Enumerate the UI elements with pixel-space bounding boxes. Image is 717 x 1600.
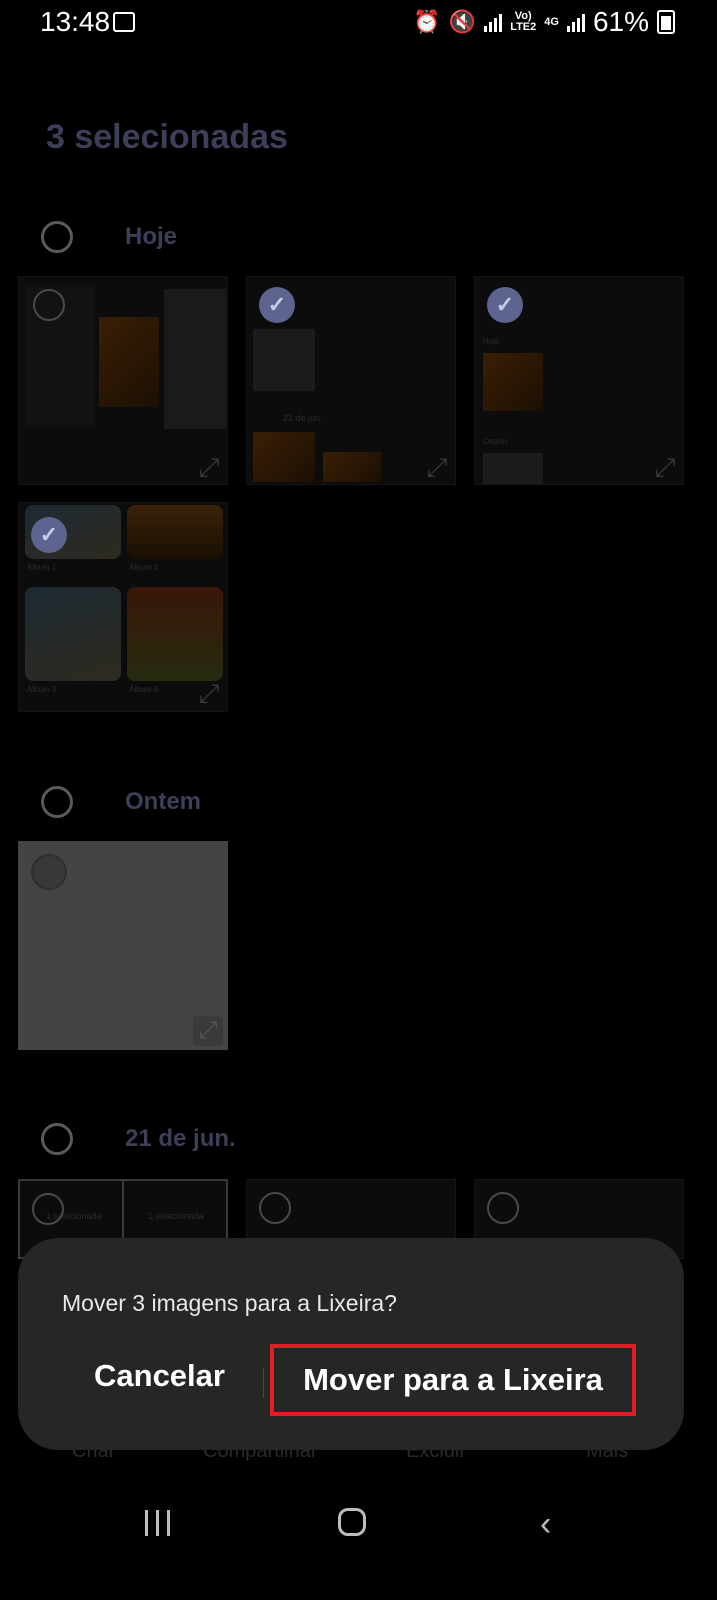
thumb-screen-b bbox=[99, 317, 159, 407]
thumb-gray-block bbox=[483, 453, 543, 484]
status-time: 13:48 bbox=[40, 6, 111, 37]
alarm-icon: ⏰ bbox=[413, 9, 441, 34]
signal-icon-2 bbox=[566, 12, 585, 32]
battery-percentage: 61% bbox=[592, 6, 649, 37]
status-icons: ⏰ 🔇 Vo) LTE2 4G 61% bbox=[413, 6, 675, 38]
thumbnail-3[interactable]: Hoje Ontem ✓ ⤢ bbox=[474, 276, 684, 485]
gallery-notification-icon bbox=[113, 12, 135, 32]
back-icon[interactable]: ‹ bbox=[540, 1505, 551, 1544]
thumbnail-2[interactable]: 21 de jun. ✓ ⤢ bbox=[246, 276, 456, 485]
volte-indicator: Vo) LTE2 bbox=[510, 10, 537, 33]
network-type: 4G bbox=[544, 15, 559, 28]
thumb-sel-text-2: 1 selecionada bbox=[148, 1211, 204, 1221]
section-select-jun21[interactable] bbox=[41, 1123, 73, 1155]
album-label-3: Álbum 3 bbox=[27, 685, 57, 694]
expand-icon[interactable]: ⤢ bbox=[195, 453, 223, 481]
section-label-today: Hoje bbox=[125, 223, 178, 250]
thumb-screen-c bbox=[164, 289, 226, 429]
thumb-select-circle[interactable] bbox=[32, 1193, 64, 1225]
section-select-yesterday[interactable] bbox=[41, 786, 73, 818]
thumb-date-text: 21 de jun. bbox=[283, 413, 323, 423]
expand-icon[interactable]: ⤢ bbox=[651, 453, 679, 481]
signal-icon bbox=[484, 12, 503, 32]
mute-icon: 🔇 bbox=[448, 9, 477, 34]
move-to-trash-dialog: Mover 3 imagens para a Lixeira? Cancelar… bbox=[18, 1238, 684, 1450]
thumb-img bbox=[253, 432, 315, 482]
section-label-yesterday: Ontem bbox=[125, 788, 202, 815]
section-select-today[interactable] bbox=[41, 221, 73, 253]
expand-icon[interactable]: ⤢ bbox=[195, 679, 223, 707]
thumb-label-hoje: Hoje bbox=[483, 337, 500, 346]
expand-icon[interactable]: ⤢ bbox=[193, 1016, 223, 1046]
battery-icon bbox=[657, 10, 675, 34]
album-img-4 bbox=[127, 587, 223, 681]
recents-icon[interactable] bbox=[145, 1510, 170, 1536]
home-icon[interactable] bbox=[338, 1508, 366, 1536]
album-label-4: Álbum 4 bbox=[129, 685, 159, 694]
thumb-select-circle[interactable] bbox=[259, 1192, 291, 1224]
thumb-gray-block bbox=[253, 329, 315, 391]
thumb-select-circle[interactable] bbox=[31, 854, 67, 890]
dialog-message: Mover 3 imagens para a Lixeira? bbox=[62, 1290, 397, 1316]
thumb-img bbox=[483, 353, 543, 411]
selected-check-icon[interactable]: ✓ bbox=[31, 517, 67, 553]
album-label-2: Álbum 2 bbox=[129, 563, 159, 572]
thumbnail-1[interactable]: ⤢ bbox=[18, 276, 228, 485]
selected-check-icon[interactable]: ✓ bbox=[259, 287, 295, 323]
selected-check-icon[interactable]: ✓ bbox=[487, 287, 523, 323]
thumb-select-circle[interactable] bbox=[33, 289, 65, 321]
section-label-jun21: 21 de jun. bbox=[125, 1125, 236, 1152]
move-to-trash-button[interactable]: Mover para a Lixeira bbox=[270, 1344, 636, 1416]
page-title: 3 selecionadas bbox=[46, 118, 288, 156]
album-label-1: Álbum 1 bbox=[27, 563, 57, 572]
dialog-divider bbox=[263, 1368, 264, 1398]
album-img-3 bbox=[25, 587, 121, 681]
album-img-2 bbox=[127, 505, 223, 559]
thumb-label-ontem: Ontem bbox=[483, 437, 508, 446]
thumbnail-4[interactable]: Álbum 1 Álbum 2 Álbum 3 Álbum 4 ✓ ⤢ bbox=[18, 502, 228, 712]
thumb-img-2 bbox=[323, 452, 381, 482]
cancel-button[interactable]: Cancelar bbox=[94, 1358, 225, 1394]
thumb-select-circle[interactable] bbox=[487, 1192, 519, 1224]
thumbnail-5[interactable]: ⤢ bbox=[18, 841, 228, 1050]
expand-icon[interactable]: ⤢ bbox=[423, 453, 451, 481]
